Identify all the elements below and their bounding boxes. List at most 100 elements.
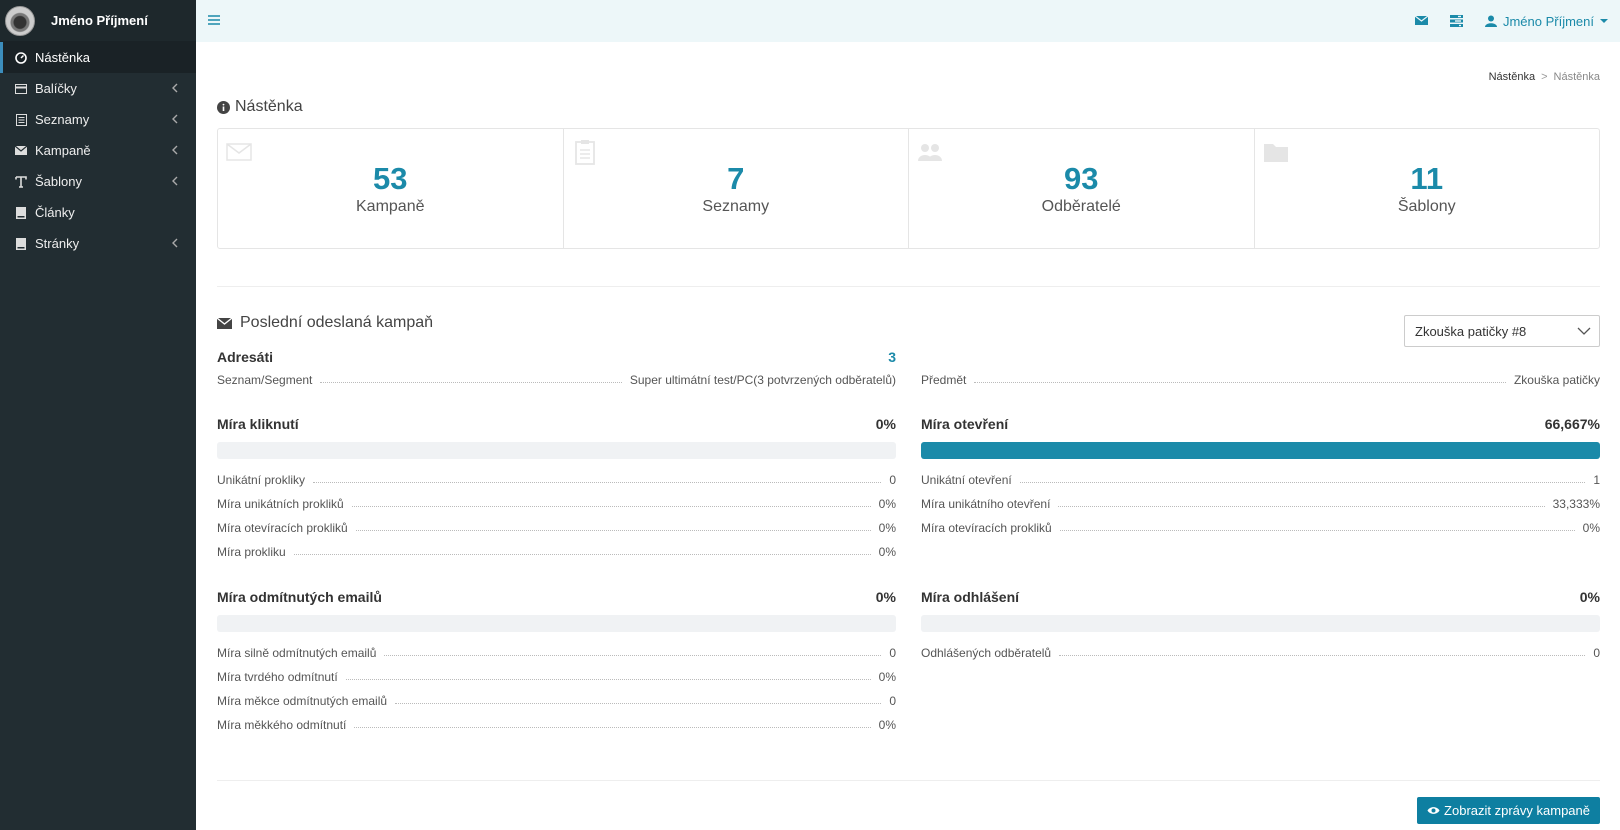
breadcrumb: Nástěnka > Nástěnka bbox=[1488, 71, 1600, 83]
avatar[interactable] bbox=[5, 5, 35, 36]
hamburger-menu-icon[interactable] bbox=[208, 14, 220, 26]
kv-value: 0% bbox=[878, 521, 896, 535]
recipients-label: Adresáti bbox=[217, 349, 274, 365]
sidebar-item-label: Seznamy bbox=[35, 112, 90, 127]
breadcrumb-current: Nástěnka bbox=[1553, 71, 1600, 83]
button-label: Zobrazit zprávy kampaně bbox=[1444, 803, 1590, 818]
kv-key: Míra otevíracích prokliků bbox=[217, 521, 348, 535]
dashboard-icon bbox=[15, 51, 27, 64]
eye-icon bbox=[1427, 807, 1440, 814]
stat-value: 7 bbox=[727, 161, 745, 196]
kv-key: Seznam/Segment bbox=[217, 373, 313, 387]
stat-lists[interactable]: 7 Seznamy bbox=[564, 129, 909, 248]
sidebar-item-campaigns[interactable]: Kampaně bbox=[0, 135, 196, 166]
list-segment-row: Seznam/Segment Super ultimátní test/PC(3 … bbox=[217, 367, 896, 391]
campaign-select[interactable]: Zkouška patičky #8 bbox=[1404, 315, 1600, 347]
kv-row: Míra tvrdého odmítnutí 0% bbox=[217, 664, 896, 688]
kv-key: Míra měkkého odmítnutí bbox=[217, 718, 347, 732]
sidebar-item-lists[interactable]: Seznamy bbox=[0, 104, 196, 135]
sidebar-item-pages[interactable]: Stránky bbox=[0, 228, 196, 259]
page-title-text: Nástěnka bbox=[235, 98, 303, 115]
metric-label: Míra odmítnutých emailů bbox=[217, 589, 382, 605]
kv-row: Míra unikátních prokliků 0% bbox=[217, 491, 896, 515]
subject-block: Předmět Zkouška patičky bbox=[921, 367, 1600, 391]
topbar: Jméno Příjmení bbox=[196, 0, 1620, 42]
sidebar-item-label: Články bbox=[35, 205, 75, 220]
progress-bar bbox=[921, 442, 1600, 459]
click-rate-header: Míra kliknutí 0% bbox=[217, 414, 896, 434]
stat-campaigns[interactable]: 53 Kampaně bbox=[218, 129, 564, 248]
user-menu[interactable]: Jméno Příjmení bbox=[1484, 14, 1608, 29]
kv-row: Odhlášených odběratelů 0 bbox=[921, 640, 1600, 664]
caret-down-icon bbox=[1600, 18, 1608, 23]
stat-label: Seznamy bbox=[702, 198, 770, 215]
envelope-icon bbox=[226, 143, 252, 161]
sidebar-item-packages[interactable]: Balíčky bbox=[0, 73, 196, 104]
users-icon bbox=[918, 144, 942, 161]
user-icon bbox=[1484, 15, 1497, 27]
kv-key: Předmět bbox=[921, 373, 967, 387]
text-icon bbox=[15, 175, 27, 188]
kv-value: 0% bbox=[878, 545, 896, 559]
kv-value: 0 bbox=[889, 646, 896, 660]
section-title-text: Poslední odeslaná kampaň bbox=[240, 314, 434, 331]
chevron-left-icon bbox=[172, 114, 178, 124]
recipients-value[interactable]: 3 bbox=[888, 349, 896, 365]
folder-icon bbox=[1263, 144, 1288, 162]
progress-bar bbox=[921, 615, 1600, 632]
kv-key: Míra unikátních prokliků bbox=[217, 497, 344, 511]
kv-row: Míra unikátního otevření 33,333% bbox=[921, 491, 1600, 515]
kv-value: 0% bbox=[878, 670, 896, 684]
breadcrumb-home[interactable]: Nástěnka bbox=[1489, 71, 1535, 83]
envelope-icon bbox=[217, 317, 232, 329]
chevron-down-icon bbox=[1577, 327, 1591, 335]
sidebar-item-label: Stránky bbox=[35, 236, 80, 251]
metric-label: Míra odhlášení bbox=[921, 589, 1020, 605]
metric-value: 0% bbox=[875, 589, 896, 605]
book-icon bbox=[15, 237, 27, 250]
bounce-rate-header: Míra odmítnutých emailů 0% bbox=[217, 587, 896, 607]
stat-templates[interactable]: 11 Šablony bbox=[1255, 129, 1600, 248]
stat-subscribers[interactable]: 93 Odběratelé bbox=[909, 129, 1255, 248]
metric-value: 66,667% bbox=[1544, 416, 1600, 432]
kv-value: 0 bbox=[1593, 646, 1600, 660]
list-icon bbox=[15, 113, 27, 126]
tasks-icon[interactable] bbox=[1449, 14, 1463, 28]
sidebar-user-name: Jméno Příjmení bbox=[51, 13, 148, 28]
stat-value: 93 bbox=[1064, 161, 1099, 196]
kv-value: 0 bbox=[889, 473, 896, 487]
clipboard-icon bbox=[574, 140, 595, 165]
kv-row: Míra prokliku 0% bbox=[217, 539, 896, 563]
recipients-header: Adresáti 3 bbox=[217, 347, 896, 367]
divider bbox=[217, 780, 1600, 781]
book-icon bbox=[15, 206, 27, 219]
sidebar: Jméno Příjmení Nástěnka Balíčky Seznamy bbox=[0, 0, 196, 830]
subject-row: Předmět Zkouška patičky bbox=[921, 367, 1600, 391]
kv-value: 0 bbox=[889, 694, 896, 708]
kv-key: Míra otevíracích prokliků bbox=[921, 521, 1052, 535]
click-rate-block: Míra kliknutí 0% Unikátní prokliky 0 Míra… bbox=[217, 414, 896, 563]
kv-key: Míra tvrdého odmítnutí bbox=[217, 670, 338, 684]
sidebar-brand: Jméno Příjmení bbox=[0, 0, 196, 42]
envelope-icon[interactable] bbox=[1414, 15, 1428, 28]
sidebar-item-templates[interactable]: Šablony bbox=[0, 166, 196, 197]
metric-label: Míra kliknutí bbox=[217, 416, 299, 432]
sidebar-item-dashboard[interactable]: Nástěnka bbox=[0, 42, 196, 73]
kv-key: Míra měkce odmítnutých emailů bbox=[217, 694, 388, 708]
view-campaign-reports-button[interactable]: Zobrazit zprávy kampaně bbox=[1417, 797, 1600, 824]
unsubscribe-rate-block: Míra odhlášení 0% Odhlášených odběratelů… bbox=[921, 587, 1600, 664]
kv-value: 0% bbox=[1582, 521, 1600, 535]
sidebar-item-articles[interactable]: Články bbox=[0, 197, 196, 228]
page-title: Nástěnka bbox=[217, 98, 303, 116]
topbar-actions: Jméno Příjmení bbox=[1414, 0, 1608, 42]
kv-row: Míra měkkého odmítnutí 0% bbox=[217, 712, 896, 736]
chevron-left-icon bbox=[172, 145, 178, 155]
kv-value: 1 bbox=[1593, 473, 1600, 487]
kv-key: Míra silně odmítnutých emailů bbox=[217, 646, 377, 660]
recipients-block: Adresáti 3 Seznam/Segment Super ultimátní… bbox=[217, 347, 896, 391]
stat-value: 53 bbox=[373, 161, 408, 196]
kv-key: Míra prokliku bbox=[217, 545, 286, 559]
open-rate-block: Míra otevření 66,667% Unikátní otevření 1… bbox=[921, 414, 1600, 539]
progress-bar bbox=[217, 615, 896, 632]
metric-label: Míra otevření bbox=[921, 416, 1009, 432]
